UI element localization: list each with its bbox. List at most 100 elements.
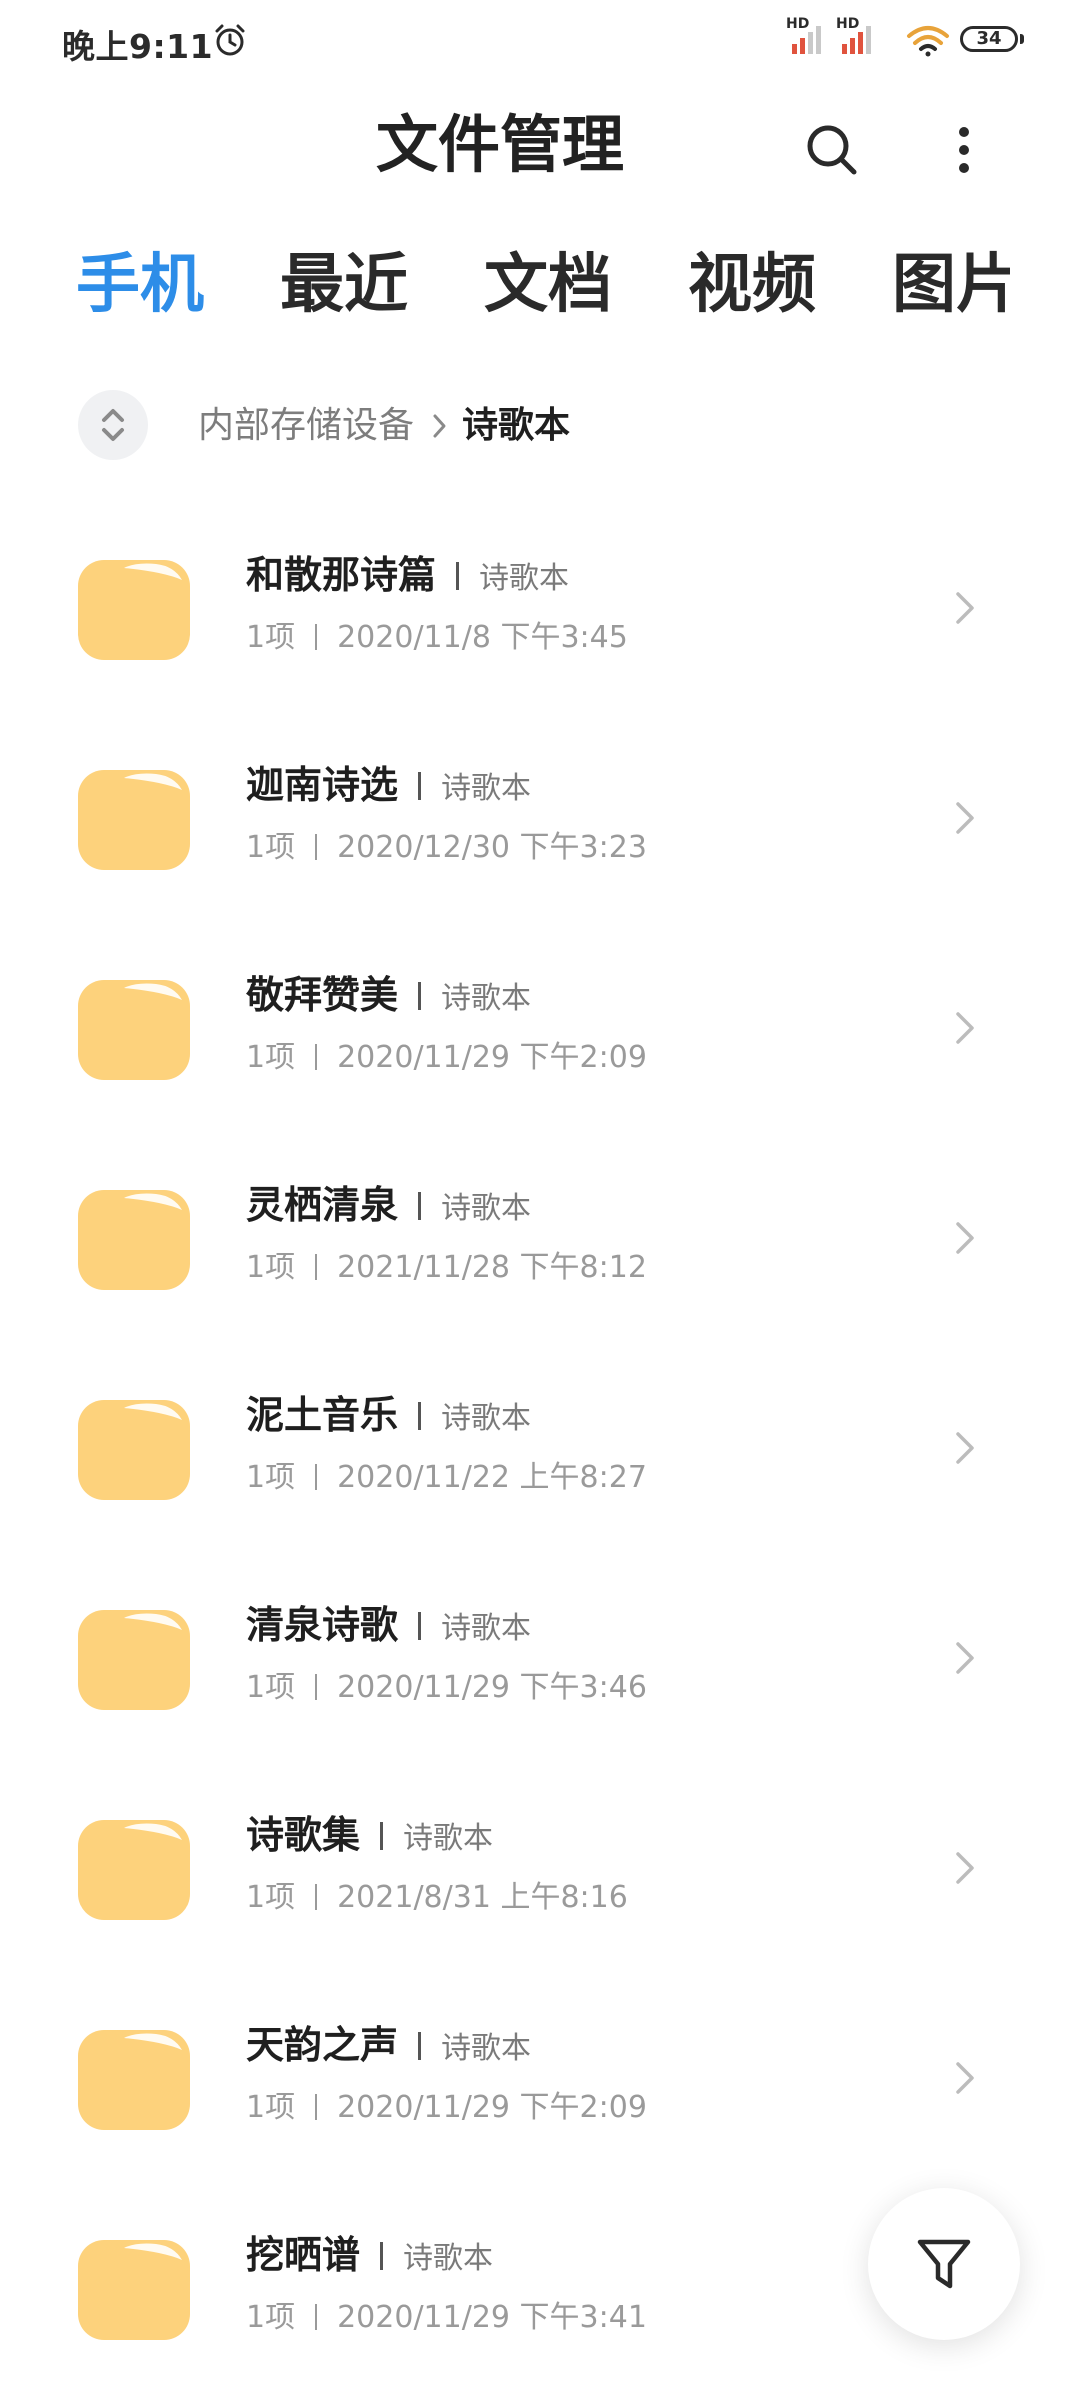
folder-date: 2020/11/8 下午3:45	[337, 620, 628, 655]
folder-name: 敬拜赞美	[246, 973, 399, 1017]
folder-icon	[78, 1190, 190, 1290]
folder-parent: 诗歌本	[441, 1191, 532, 1226]
folder-parent: 诗歌本	[441, 2031, 532, 2066]
page-title-row: 文件管理	[0, 100, 1080, 190]
folder-meta: 1项 2020/11/29 下午2:09	[246, 2086, 647, 2130]
chevron-right-icon	[956, 1852, 974, 1884]
chevron-right-icon	[956, 2062, 974, 2094]
status-time: 晚上9:11	[62, 27, 214, 66]
folder-count: 1项	[246, 620, 296, 655]
folder-name: 清泉诗歌	[246, 1603, 399, 1647]
folder-name-row: 天韵之声 诗歌本	[246, 2020, 531, 2074]
folder-date: 2021/11/28 下午8:12	[337, 1250, 647, 1285]
folder-name-row: 清泉诗歌 诗歌本	[246, 1600, 531, 1654]
folder-name-row: 泥土音乐 诗歌本	[246, 1390, 531, 1444]
folder-meta: 1项 2020/11/29 下午3:41	[246, 2296, 647, 2340]
folder-count: 1项	[246, 2300, 296, 2335]
folder-meta: 1项 2020/12/30 下午3:23	[246, 826, 647, 870]
chevron-right-icon	[956, 1432, 974, 1464]
battery-indicator: 34	[960, 26, 1018, 52]
folder-date: 2020/11/29 下午3:41	[337, 2300, 647, 2335]
breadcrumb-current: 诗歌本	[462, 405, 571, 446]
folder-meta: 1项 2020/11/29 下午2:09	[246, 1036, 647, 1080]
more-vertical-icon[interactable]	[932, 118, 996, 182]
status-bar: 晚上9:11 HD HD 34	[0, 0, 1080, 84]
folder-count: 1项	[246, 1670, 296, 1705]
folder-parent: 诗歌本	[441, 1611, 532, 1646]
list-item[interactable]: 诗歌集 诗歌本 1项 2021/8/31 上午8:16	[0, 1790, 1080, 1980]
folder-parent: 诗歌本	[403, 1821, 494, 1856]
folder-count: 1项	[246, 1460, 296, 1495]
chevron-right-icon	[956, 1222, 974, 1254]
folder-count: 1项	[246, 1040, 296, 1075]
folder-name: 挖晒谱	[246, 2233, 361, 2277]
folder-meta: 1项 2021/11/28 下午8:12	[246, 1246, 647, 1290]
folder-icon	[78, 980, 190, 1080]
folder-icon	[78, 1400, 190, 1500]
file-manager-screen: 晚上9:11 HD HD 34 文件管理 手机 最近 文档 视频 图片 内部存储…	[0, 0, 1080, 2400]
folder-name: 迦南诗选	[246, 763, 399, 807]
folder-icon	[78, 2240, 190, 2340]
sort-toggle-button[interactable]	[78, 390, 148, 460]
folder-name: 泥土音乐	[246, 1393, 399, 1437]
folder-meta: 1项 2020/11/22 上午8:27	[246, 1456, 647, 1500]
tab-phone[interactable]: 手机	[76, 240, 204, 330]
sort-icon	[102, 409, 124, 441]
list-item[interactable]: 和散那诗篇 诗歌本 1项 2020/11/8 下午3:45	[0, 530, 1080, 720]
folder-name-row: 敬拜赞美 诗歌本	[246, 970, 531, 1024]
alarm-icon	[215, 24, 245, 56]
chevron-right-icon	[956, 1012, 974, 1044]
folder-icon	[78, 770, 190, 870]
folder-icon	[78, 1610, 190, 1710]
folder-date: 2020/11/29 下午3:46	[337, 1670, 647, 1705]
folder-name-row: 和散那诗篇 诗歌本	[246, 550, 569, 604]
search-icon[interactable]	[800, 118, 864, 182]
signal-hd-label-2: HD	[836, 16, 860, 32]
tab-recent[interactable]: 最近	[280, 240, 408, 330]
list-item[interactable]: 敬拜赞美 诗歌本 1项 2020/11/29 下午2:09	[0, 950, 1080, 1140]
folder-date: 2020/11/29 下午2:09	[337, 2090, 647, 2125]
folder-date: 2020/12/30 下午3:23	[337, 830, 647, 865]
chevron-right-icon	[956, 802, 974, 834]
list-item[interactable]: 迦南诗选 诗歌本 1项 2020/12/30 下午3:23	[0, 740, 1080, 930]
chevron-right-icon	[956, 592, 974, 624]
folder-icon	[78, 560, 190, 660]
folder-name: 天韵之声	[246, 2023, 399, 2067]
folder-icon	[78, 1820, 190, 1920]
signal-hd-label-1: HD	[786, 16, 810, 32]
folder-parent: 诗歌本	[441, 771, 532, 806]
list-item[interactable]: 清泉诗歌 诗歌本 1项 2020/11/29 下午3:46	[0, 1580, 1080, 1770]
folder-count: 1项	[246, 2090, 296, 2125]
list-item[interactable]: 泥土音乐 诗歌本 1项 2020/11/22 上午8:27	[0, 1370, 1080, 1560]
folder-name: 和散那诗篇	[246, 553, 437, 597]
folder-count: 1项	[246, 1880, 296, 1915]
folder-count: 1项	[246, 830, 296, 865]
folder-name-row: 灵栖清泉 诗歌本	[246, 1180, 531, 1234]
folder-parent: 诗歌本	[403, 2241, 494, 2276]
folder-parent: 诗歌本	[479, 561, 570, 596]
chevron-right-icon	[433, 414, 446, 438]
folder-meta: 1项 2021/8/31 上午8:16	[246, 1876, 628, 1920]
list-item[interactable]: 灵栖清泉 诗歌本 1项 2021/11/28 下午8:12	[0, 1160, 1080, 1350]
folder-meta: 1项 2020/11/8 下午3:45	[246, 616, 628, 660]
folder-name: 诗歌集	[246, 1813, 361, 1857]
category-tabs: 手机 最近 文档 视频 图片	[0, 240, 1010, 340]
folder-name-row: 诗歌集 诗歌本	[246, 1810, 493, 1864]
folder-count: 1项	[246, 1250, 296, 1285]
folder-name-row: 挖晒谱 诗歌本	[246, 2230, 493, 2284]
tab-pictures[interactable]: 图片	[892, 240, 1010, 330]
folder-parent: 诗歌本	[441, 981, 532, 1016]
chevron-right-icon	[956, 1642, 974, 1674]
folder-date: 2020/11/22 上午8:27	[337, 1460, 647, 1495]
battery-level: 34	[976, 28, 1002, 49]
tab-videos[interactable]: 视频	[688, 240, 816, 330]
filter-button[interactable]	[868, 2188, 1020, 2340]
folder-name: 灵栖清泉	[246, 1183, 399, 1227]
wifi-icon	[907, 26, 949, 57]
page-title: 文件管理	[375, 108, 624, 181]
folder-date: 2020/11/29 下午2:09	[337, 1040, 647, 1075]
list-item[interactable]: 天韵之声 诗歌本 1项 2020/11/29 下午2:09	[0, 2000, 1080, 2190]
breadcrumb-parent[interactable]: 内部存储设备	[198, 402, 414, 450]
tab-documents[interactable]: 文档	[484, 240, 612, 330]
folder-parent: 诗歌本	[441, 1401, 532, 1436]
